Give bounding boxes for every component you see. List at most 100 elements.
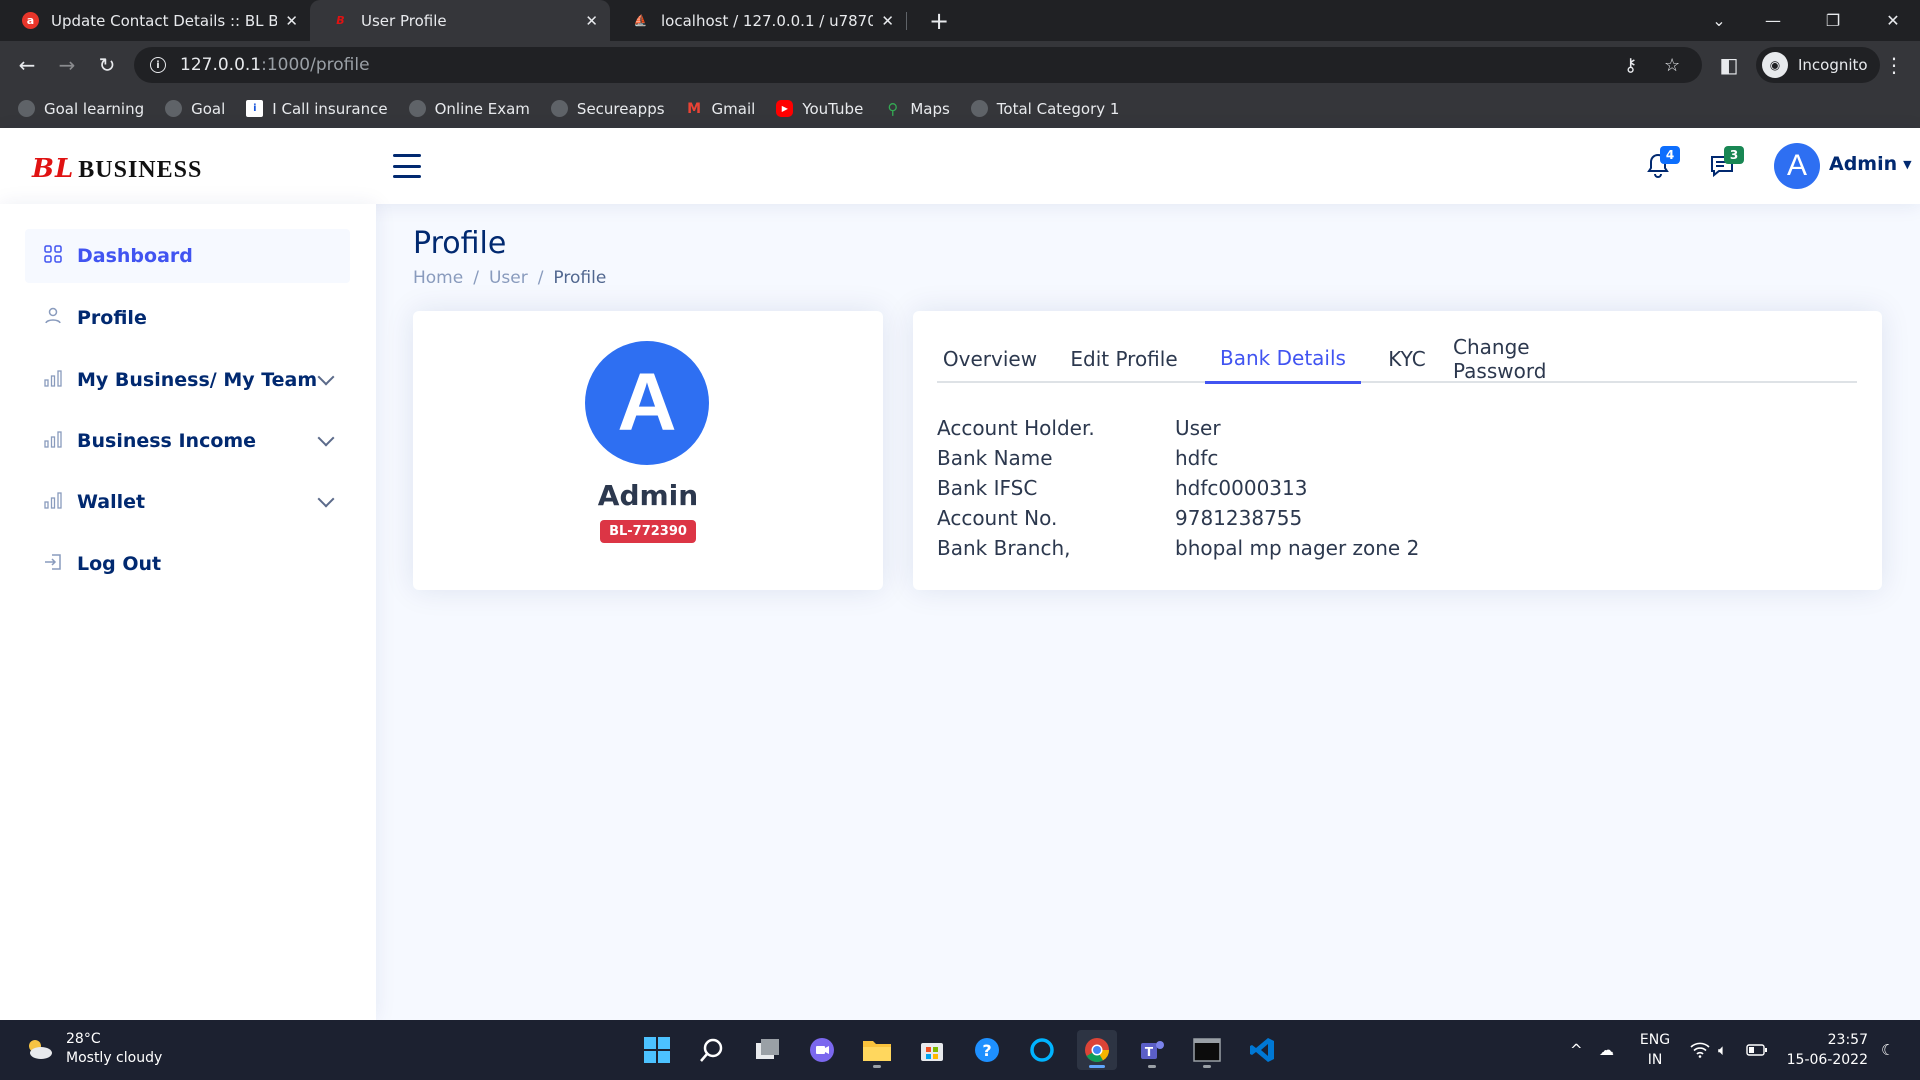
tab-overview[interactable]: Overview xyxy=(937,335,1043,383)
bookmark-item[interactable]: Goal xyxy=(165,100,225,118)
browser-tab[interactable]: a Update Contact Details :: BL Busi ✕ xyxy=(0,0,310,41)
breadcrumb-user[interactable]: User xyxy=(489,268,528,288)
info-icon[interactable]: i xyxy=(150,57,166,73)
sidebar-item-my-business[interactable]: My Business/ My Team xyxy=(25,353,350,407)
clock-time: 23:57 xyxy=(1827,1032,1868,1048)
windows-taskbar: 28°C Mostly cloudy ? T ^ ☁ ENG IN 🔈︎ 23:… xyxy=(0,1020,1920,1080)
wifi-icon[interactable] xyxy=(1690,1020,1710,1080)
url-input[interactable]: i 127.0.0.1:1000/profile ⚷ ☆ xyxy=(134,47,1702,83)
browser-tab-active[interactable]: B User Profile ✕ xyxy=(310,0,610,41)
key-icon[interactable]: ⚷ xyxy=(1624,47,1637,83)
terminal-icon[interactable] xyxy=(1187,1030,1227,1070)
onedrive-cloud-icon[interactable]: ☁ xyxy=(1599,1020,1614,1080)
globe-icon xyxy=(550,100,568,117)
bookmark-label: Goal xyxy=(191,99,226,118)
brand-logo[interactable]: BL BUSINESS xyxy=(32,154,202,184)
tab-title: localhost / 127.0.0.1 / u78705845 xyxy=(661,11,874,30)
tab-change-password[interactable]: Change Password xyxy=(1453,335,1629,383)
teams-icon[interactable]: T xyxy=(1132,1030,1172,1070)
globe-icon xyxy=(18,100,35,117)
close-icon[interactable]: ✕ xyxy=(881,12,894,30)
forward-arrow-icon[interactable]: → xyxy=(50,41,84,89)
bookmark-item[interactable]: Secureapps xyxy=(550,100,665,118)
lang-code: ENG xyxy=(1639,1032,1671,1048)
sidebar-item-wallet[interactable]: Wallet xyxy=(25,475,350,529)
bookmark-item[interactable]: Total Category 1 xyxy=(970,100,1119,118)
search-icon[interactable] xyxy=(692,1030,732,1070)
region-code: IN xyxy=(1647,1052,1663,1068)
globe-icon xyxy=(408,100,426,117)
bookmarks-bar: Goal learning Goal i I Call insurance Onl… xyxy=(0,89,1920,128)
bookmark-item[interactable]: Goal learning xyxy=(18,100,144,118)
bookmark-item[interactable]: ▶ YouTube xyxy=(776,100,863,118)
bookmark-item[interactable]: M Gmail xyxy=(686,100,755,118)
notification-moon-icon[interactable]: ☾ xyxy=(1881,1020,1894,1080)
logo-bl: BL xyxy=(32,154,75,184)
new-tab-button[interactable]: + xyxy=(924,0,954,41)
hamburger-menu-icon[interactable] xyxy=(393,154,421,178)
avatar[interactable]: A xyxy=(1774,143,1820,189)
system-clock[interactable]: 23:57 15-06-2022 xyxy=(1784,1030,1868,1070)
minimize-icon[interactable]: — xyxy=(1746,0,1800,41)
caret-down-icon: ▼ xyxy=(1903,157,1912,171)
close-icon[interactable]: ✕ xyxy=(585,12,598,30)
task-view-icon[interactable] xyxy=(747,1030,787,1070)
logo-text: BUSINESS xyxy=(78,157,203,183)
incognito-indicator[interactable]: ◉ Incognito xyxy=(1756,47,1880,83)
chevron-down-icon xyxy=(317,368,335,386)
tab-title: User Profile xyxy=(361,11,447,30)
tab-title: Update Contact Details :: BL Busi xyxy=(51,11,278,30)
tab-kyc[interactable]: KYC xyxy=(1377,335,1437,383)
phpmyadmin-icon: ⛵ xyxy=(633,14,648,27)
bookmark-item[interactable]: ⚲ Maps xyxy=(884,100,949,118)
vscode-icon[interactable] xyxy=(1242,1030,1282,1070)
tab-bank-details[interactable]: Bank Details xyxy=(1205,335,1361,384)
bookmark-item[interactable]: i I Call insurance xyxy=(246,100,388,118)
chat-icon[interactable]: 3 xyxy=(1704,146,1744,184)
volume-icon[interactable]: 🔈︎ xyxy=(1718,1020,1727,1080)
user-dropdown[interactable]: Admin ▼ xyxy=(1829,153,1912,175)
star-icon[interactable]: ☆ xyxy=(1664,47,1680,83)
address-bar-row: ← → ↻ i 127.0.0.1:1000/profile ⚷ ☆ ◧ ◉ I… xyxy=(0,41,1920,89)
kebab-menu-icon[interactable]: ⋮ xyxy=(1877,41,1911,89)
help-icon[interactable]: ? xyxy=(967,1030,1007,1070)
cortana-icon[interactable] xyxy=(1022,1030,1062,1070)
breadcrumb-separator: / xyxy=(473,268,479,288)
sidebar-item-label: Dashboard xyxy=(77,245,193,267)
user-id-badge: BL-772390 xyxy=(600,520,696,543)
detail-label: Bank Branch, xyxy=(937,536,1071,560)
sidebar-item-business-income[interactable]: Business Income xyxy=(25,414,350,468)
message-count-badge: 3 xyxy=(1724,146,1744,164)
browser-tab[interactable]: ⛵ localhost / 127.0.0.1 / u78705845 ✕ xyxy=(610,0,906,41)
chat-meet-icon[interactable] xyxy=(802,1030,842,1070)
microsoft-store-icon[interactable] xyxy=(912,1030,952,1070)
restore-icon[interactable]: ❐ xyxy=(1806,0,1860,41)
tab-divider xyxy=(906,12,907,30)
file-explorer-icon[interactable] xyxy=(857,1030,897,1070)
close-icon[interactable]: ✕ xyxy=(285,12,298,30)
detail-row: Bank IFSC hdfc0000313 xyxy=(937,473,1307,503)
sidebar-item-dashboard[interactable]: Dashboard xyxy=(25,229,350,283)
breadcrumb-home[interactable]: Home xyxy=(413,268,463,288)
detail-row: Account No. 9781238755 xyxy=(937,503,1302,533)
weather-widget[interactable]: 28°C Mostly cloudy xyxy=(24,1030,162,1068)
close-window-icon[interactable]: ✕ xyxy=(1866,0,1920,41)
windows-start-icon[interactable] xyxy=(637,1030,677,1070)
language-indicator[interactable]: ENG IN xyxy=(1636,1030,1674,1070)
reload-icon[interactable]: ↻ xyxy=(90,41,124,89)
chevron-up-icon[interactable]: ^ xyxy=(1570,1020,1583,1080)
chrome-icon[interactable] xyxy=(1077,1030,1117,1070)
detail-value: User xyxy=(1175,416,1221,440)
detail-label: Account No. xyxy=(937,506,1058,530)
bookmark-item[interactable]: Online Exam xyxy=(408,100,530,118)
side-panel-icon[interactable]: ◧ xyxy=(1712,41,1746,89)
incognito-icon: ◉ xyxy=(1762,52,1788,78)
bell-icon[interactable]: 4 xyxy=(1640,146,1680,184)
battery-icon[interactable] xyxy=(1746,1020,1768,1080)
tab-search-icon[interactable]: ⌄ xyxy=(1692,0,1746,41)
tab-edit-profile[interactable]: Edit Profile xyxy=(1059,335,1189,383)
sidebar-item-profile[interactable]: Profile xyxy=(25,291,350,345)
sidebar-item-logout[interactable]: Log Out xyxy=(25,537,350,591)
back-arrow-icon[interactable]: ← xyxy=(10,41,44,89)
bl-logo-icon: B xyxy=(336,14,345,27)
